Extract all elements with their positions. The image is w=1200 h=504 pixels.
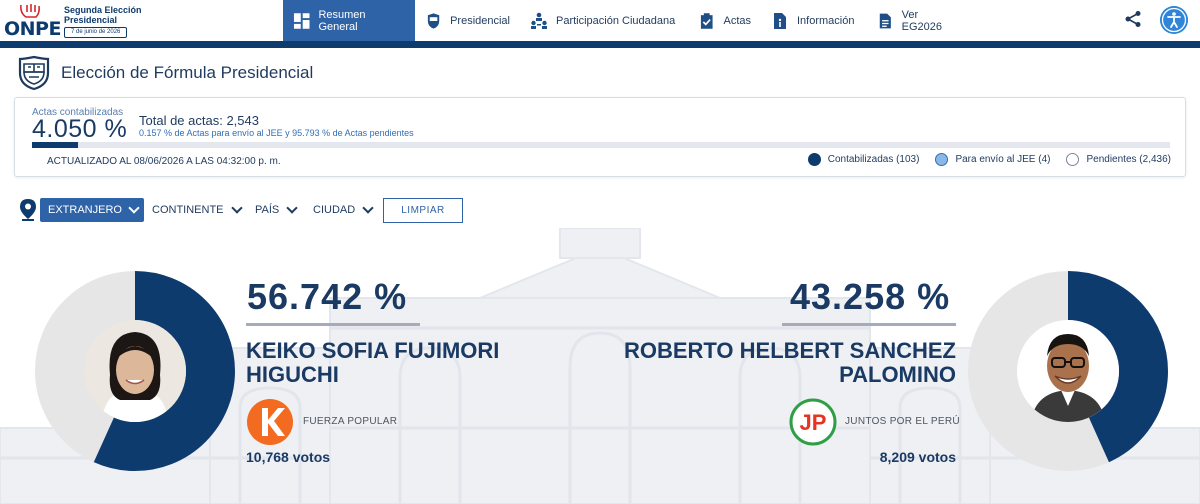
progress-bar [32,142,1170,148]
candidate-1-underline [246,323,420,326]
nav-label: Información [797,14,855,27]
party-logo-letters: JP [800,410,827,435]
page-title: Elección de Fórmula Presidencial [61,63,314,82]
juntos-por-el-peru-logo: JP [789,398,837,446]
ballot-hand-icon [20,4,40,18]
candidate-2-underline [782,323,956,326]
dashboard-icon [293,12,310,29]
scope-select-value: EXTRANJERO [48,204,122,216]
clipboard-check-icon [700,12,713,29]
chevron-down-icon [286,202,298,214]
city-label: CIUDAD [313,204,356,216]
logo-title: Segunda Elección Presidencial [64,5,142,25]
nav-label: Presidencial [450,14,510,27]
country-label: PAÍS [255,204,280,216]
coat-of-arms-icon [427,12,440,29]
fuerza-popular-logo [247,399,293,445]
candidate-1-votes: 10,768 votos [246,449,331,465]
legend-jee: Para envío al JEE (4) [935,153,1050,166]
candidate-1-name-line2: HIGUCHI [246,362,339,387]
candidate-1-party: FUERZA POPULAR [303,416,398,427]
candidate-1-percent: 56.742 % [247,276,408,317]
onpe-logo[interactable]: ONPE Segunda Elección Presidencial 7 de … [4,3,144,40]
share-icon[interactable] [1124,10,1142,28]
legend-label: Contabilizadas (103) [827,154,920,165]
location-pin-icon [20,199,36,221]
total-acts: Total de actas: 2,543 [139,113,259,128]
updated-timestamp: ACTUALIZADO AL 08/06/2026 A LAS 04:32:00… [47,156,281,167]
people-icon [531,12,547,29]
nav-actas[interactable]: Actas [688,0,761,41]
continent-select[interactable]: CONTINENTE [152,198,243,222]
candidate-portrait [84,320,186,422]
legend-dot [1066,153,1080,166]
chevron-down-icon [128,202,140,214]
legend-label: Para envío al JEE (4) [955,154,1051,165]
candidate-portrait [1017,320,1119,422]
progress-bar-fill [32,142,79,148]
nav-label: Ver EG2026 [901,8,942,33]
nav-informacion[interactable]: Información [761,0,867,41]
clear-filters-button[interactable]: LIMPIAR [383,198,463,223]
candidate-2-votes: 8,209 votos [879,449,956,465]
legend-label: Pendientes (2,436) [1086,154,1171,165]
chevron-down-icon [362,202,374,214]
nav-participacion-ciudadana[interactable]: Participación Ciudadana [520,0,688,41]
continent-label: CONTINENTE [152,204,224,216]
header-divider [0,41,1200,48]
legend-counted: Contabilizadas (103) [807,153,920,166]
legend-dot [935,153,949,166]
progress-card: Actas contabilizadas 4.050 % Total de ac… [14,97,1186,177]
nav-resumen-general[interactable]: Resumen General [283,0,415,41]
nav-presidencial[interactable]: Presidencial [415,0,520,41]
country-select[interactable]: PAÍS [255,198,298,222]
candidate-2-percent: 43.258 % [790,276,951,317]
coat-of-arms-icon [18,55,50,91]
candidate-2-name-line2: PALOMINO [839,362,956,387]
candidate-2-party: JUNTOS POR EL PERÚ [845,416,960,427]
candidate-1-photo [84,320,186,422]
city-select[interactable]: CIUDAD [313,198,374,222]
accessibility-icon[interactable] [1160,6,1188,34]
top-navigation-bar: ONPE Segunda Elección Presidencial 7 de … [0,0,1200,41]
document-icon [879,13,891,28]
acts-subtitle: 0.157 % de Actas para envío al JEE y 95.… [139,128,414,138]
nav-label: Participación Ciudadana [556,14,676,27]
candidate-2-name: ROBERTO HELBERT SANCHEZ PALOMINO [624,339,956,387]
candidate-2-photo [1017,320,1119,422]
progress-legend: Contabilizadas (103) Para envío al JEE (… [792,153,1171,166]
info-document-icon [774,12,786,29]
nav-label: Resumen General [318,8,366,33]
scope-select[interactable]: EXTRANJERO [40,198,144,222]
legend-dot [807,153,821,166]
nav-label: Actas [723,14,751,27]
candidate-2-name-line1: ROBERTO HELBERT SANCHEZ [623,338,956,363]
acts-counted-percent: 4.050 % [32,115,128,143]
logo-word: ONPE [4,18,61,40]
candidate-1-name-line1: KEIKO SOFIA FUJIMORI [246,338,500,363]
logo-date: 7 de junio de 2026 [64,27,128,38]
nav-ver-eg2026[interactable]: Ver EG2026 [867,0,967,41]
chevron-down-icon [230,202,243,214]
candidate-1-name: KEIKO SOFIA FUJIMORI HIGUCHI [246,339,499,387]
main-nav: Resumen General Presidencial Participaci… [283,0,967,41]
legend-pending: Pendientes (2,436) [1066,153,1171,166]
